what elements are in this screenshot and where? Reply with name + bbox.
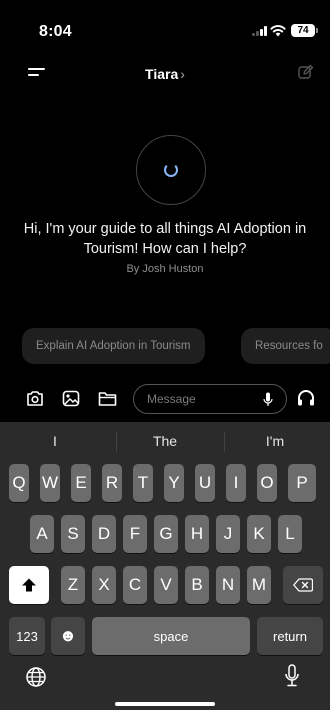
- camera-icon[interactable]: [26, 390, 44, 407]
- key-c[interactable]: C: [123, 566, 147, 604]
- dictation-icon[interactable]: [284, 664, 300, 688]
- key-m[interactable]: M: [247, 566, 271, 604]
- numbers-key[interactable]: 123: [9, 617, 45, 655]
- assistant-byline: By Josh Huston: [126, 263, 204, 275]
- chevron-right-icon: ›: [180, 66, 185, 82]
- numbers-key-label: 123: [16, 629, 38, 644]
- composer-row: [0, 383, 330, 415]
- folder-icon[interactable]: [98, 390, 117, 407]
- return-key[interactable]: return: [257, 617, 323, 655]
- headphones-icon[interactable]: [297, 389, 315, 407]
- photos-icon[interactable]: [62, 390, 80, 407]
- key-l[interactable]: L: [278, 515, 302, 553]
- new-chat-icon[interactable]: [298, 64, 314, 80]
- emoji-key[interactable]: ☻: [51, 617, 85, 655]
- assistant-greeting: Hi, I'm your guide to all things AI Adop…: [23, 221, 307, 257]
- key-r[interactable]: R: [102, 464, 122, 502]
- loading-spinner-icon: [164, 163, 178, 177]
- key-a[interactable]: A: [30, 515, 54, 553]
- cellular-signal-icon: [252, 26, 267, 36]
- battery-indicator: 74: [291, 24, 318, 37]
- keyboard: I The I'm Q W E R T Y U I O P A S D F G …: [0, 422, 330, 710]
- globe-icon[interactable]: [25, 666, 47, 688]
- shift-key[interactable]: [9, 566, 49, 604]
- shift-arrow-icon: [22, 578, 36, 592]
- key-p[interactable]: P: [288, 464, 316, 502]
- prediction-suggestion[interactable]: I'm: [220, 433, 330, 449]
- assistant-avatar: [136, 135, 206, 205]
- space-key[interactable]: space: [92, 617, 250, 655]
- key-v[interactable]: V: [154, 566, 178, 604]
- key-b[interactable]: B: [185, 566, 209, 604]
- suggestion-chip[interactable]: Resources fo: [241, 328, 330, 364]
- key-g[interactable]: G: [154, 515, 178, 553]
- nav-bar: Tiara ›: [0, 56, 330, 92]
- chat-title-label: Tiara: [145, 66, 179, 82]
- key-n[interactable]: N: [216, 566, 240, 604]
- prediction-suggestion[interactable]: I: [0, 433, 110, 449]
- key-s[interactable]: S: [61, 515, 85, 553]
- predictive-text-bar: I The I'm: [0, 422, 330, 462]
- dictation-mic-icon[interactable]: [263, 392, 273, 407]
- key-k[interactable]: K: [247, 515, 271, 553]
- key-e[interactable]: E: [71, 464, 91, 502]
- key-x[interactable]: X: [92, 566, 116, 604]
- message-field[interactable]: [133, 384, 287, 414]
- key-h[interactable]: H: [185, 515, 209, 553]
- key-q[interactable]: Q: [9, 464, 29, 502]
- space-key-label: space: [153, 629, 189, 644]
- key-d[interactable]: D: [92, 515, 116, 553]
- key-i[interactable]: I: [226, 464, 246, 502]
- key-y[interactable]: Y: [164, 464, 184, 502]
- return-key-label: return: [273, 629, 307, 644]
- key-o[interactable]: O: [257, 464, 277, 502]
- backspace-icon: [293, 578, 314, 592]
- status-bar: 8:04 74: [0, 0, 330, 52]
- key-t[interactable]: T: [133, 464, 153, 502]
- suggestion-chip[interactable]: Explain AI Adoption in Tourism: [22, 328, 205, 364]
- backspace-key[interactable]: [283, 566, 323, 604]
- key-u[interactable]: U: [195, 464, 215, 502]
- key-f[interactable]: F: [123, 515, 147, 553]
- message-input[interactable]: [147, 390, 262, 408]
- prediction-suggestion[interactable]: The: [110, 433, 220, 449]
- emoji-icon: ☻: [59, 626, 77, 645]
- key-j[interactable]: J: [216, 515, 240, 553]
- key-w[interactable]: W: [40, 464, 60, 502]
- chat-title[interactable]: Tiara ›: [0, 66, 330, 82]
- suggestion-chips: Explain AI Adoption in Tourism Resources…: [22, 328, 330, 364]
- wifi-icon: [270, 25, 286, 37]
- status-time: 8:04: [39, 23, 72, 40]
- home-indicator[interactable]: [115, 702, 215, 706]
- key-z[interactable]: Z: [61, 566, 85, 604]
